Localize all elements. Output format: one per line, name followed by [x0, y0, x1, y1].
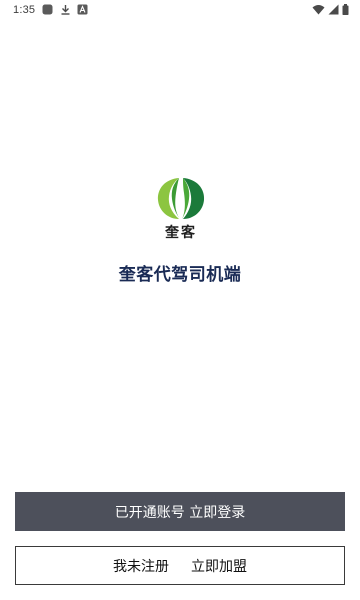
join-button-label-left: 我未注册: [113, 558, 169, 575]
login-button[interactable]: 已开通账号 立即登录: [15, 492, 345, 531]
a-icon: [77, 4, 88, 15]
app-logo: 奎客: [155, 176, 207, 242]
app-screen: 1:35 奎客 奎客代驾司机端 已开通账号 立即登录 我未注册 立即加盟: [0, 0, 360, 600]
app-title: 奎客代驾司机端: [118, 265, 242, 285]
status-bar: 1:35: [0, 0, 360, 22]
join-button[interactable]: 我未注册 立即加盟: [15, 546, 345, 585]
leaf-logo-icon: [157, 178, 205, 219]
app-square-icon: [42, 4, 53, 15]
signal-icon: [328, 4, 339, 15]
login-button-label: 已开通账号 立即登录: [114, 504, 246, 521]
logo-text: 奎客: [165, 225, 197, 241]
download-icon: [60, 4, 71, 15]
join-button-label-right: 立即加盟: [191, 558, 247, 575]
battery-icon: [342, 4, 349, 15]
status-time: 1:35: [13, 4, 36, 16]
wifi-icon: [312, 4, 325, 15]
